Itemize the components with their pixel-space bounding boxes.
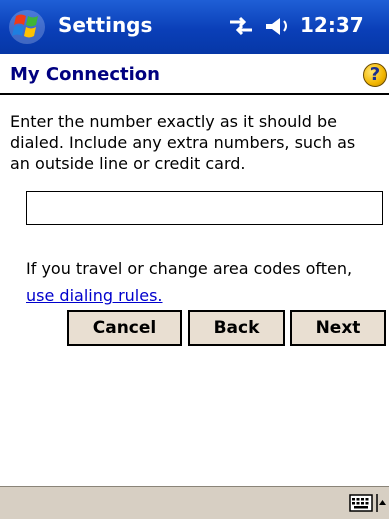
- help-icon[interactable]: ?: [363, 63, 387, 87]
- page-title: My Connection: [10, 64, 160, 85]
- help-label: ?: [369, 64, 381, 85]
- app-title: Settings: [58, 13, 153, 37]
- page-header: My Connection ?: [0, 54, 389, 95]
- windows-flag-icon[interactable]: [8, 8, 48, 46]
- dialing-rules-link[interactable]: use dialing rules.: [26, 286, 163, 305]
- clock[interactable]: 12:37: [300, 13, 364, 37]
- menu-bar: [0, 486, 389, 519]
- speaker-icon[interactable]: [262, 12, 292, 40]
- phone-number-input[interactable]: [26, 191, 383, 225]
- connectivity-arrows-icon[interactable]: [226, 12, 256, 40]
- travel-text: If you travel or change area codes often…: [26, 259, 353, 278]
- keyboard-icon[interactable]: [349, 494, 373, 512]
- next-button[interactable]: Next: [290, 310, 386, 346]
- up-arrow-icon[interactable]: [376, 494, 386, 512]
- back-button[interactable]: Back: [188, 310, 285, 346]
- instructions-text: Enter the number exactly as it should be…: [10, 112, 356, 173]
- cancel-button[interactable]: Cancel: [67, 310, 182, 346]
- title-bar: Settings 12:37: [0, 0, 389, 54]
